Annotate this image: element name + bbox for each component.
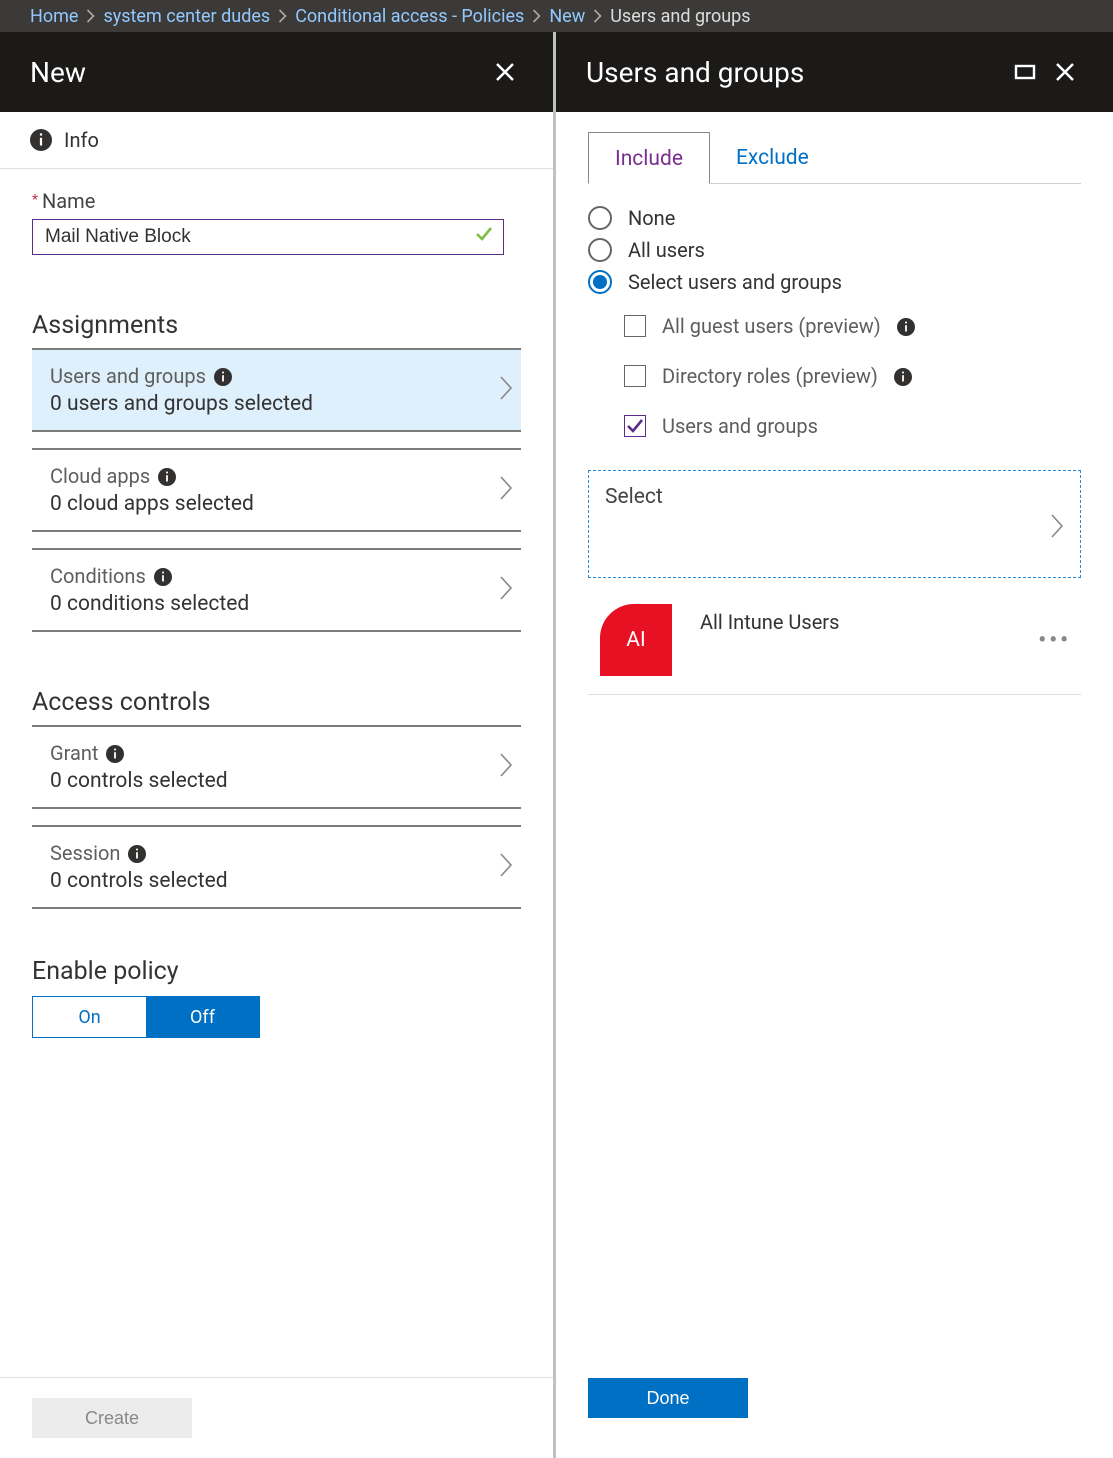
- chevron-right-icon: [499, 752, 513, 783]
- check-label: Users and groups: [662, 414, 818, 438]
- radio-icon: [588, 206, 612, 230]
- info-icon[interactable]: [128, 845, 146, 863]
- required-icon: *: [32, 192, 38, 208]
- toggle-on[interactable]: On: [33, 997, 146, 1037]
- chevron-right-icon: [86, 9, 95, 23]
- radio-icon: [588, 238, 612, 262]
- blade-title: Users and groups: [586, 56, 1007, 89]
- chevron-right-icon: [499, 475, 513, 506]
- chevron-right-icon: [532, 9, 541, 23]
- checkmark-icon: [474, 224, 494, 250]
- check-users-and-groups[interactable]: Users and groups: [624, 414, 1081, 438]
- group-name: All Intune Users: [700, 604, 1010, 634]
- close-icon[interactable]: [1047, 54, 1083, 90]
- select-box[interactable]: Select: [588, 470, 1081, 578]
- radio-label: All users: [628, 238, 705, 262]
- checkbox-icon: [624, 315, 646, 337]
- setting-subtitle: 0 cloud apps selected: [50, 492, 499, 516]
- setting-subtitle: 0 conditions selected: [50, 592, 499, 616]
- radio-label: None: [628, 206, 675, 230]
- info-icon[interactable]: [106, 745, 124, 763]
- radio-all-users[interactable]: All users: [588, 238, 1081, 262]
- chevron-right-icon: [499, 575, 513, 606]
- setting-title: Session: [50, 841, 120, 865]
- blade-users-and-groups: Users and groups Include Exclude None: [556, 32, 1113, 1458]
- setting-title: Cloud apps: [50, 464, 150, 488]
- toggle-off[interactable]: Off: [146, 997, 259, 1037]
- check-directory-roles[interactable]: Directory roles (preview): [624, 364, 1081, 388]
- name-label: *Name: [32, 189, 521, 213]
- blade-new: New Info *Name Assignments: [0, 32, 556, 1458]
- group-row[interactable]: AI All Intune Users •••: [588, 592, 1081, 695]
- setting-subtitle: 0 users and groups selected: [50, 392, 499, 416]
- create-button[interactable]: Create: [32, 1398, 192, 1438]
- radio-select-users-groups[interactable]: Select users and groups: [588, 270, 1081, 294]
- setting-conditions[interactable]: Conditions 0 conditions selected: [32, 548, 521, 632]
- more-icon[interactable]: •••: [1038, 628, 1077, 653]
- chevron-right-icon: [593, 9, 602, 23]
- blade-header-users-groups: Users and groups: [556, 32, 1113, 112]
- chevron-right-icon: [1050, 513, 1064, 544]
- info-bar[interactable]: Info: [0, 112, 553, 169]
- blade-header-new: New: [0, 32, 553, 112]
- checkbox-icon: [624, 365, 646, 387]
- blade-title: New: [30, 56, 487, 89]
- check-all-guest-users[interactable]: All guest users (preview): [624, 314, 1081, 338]
- chevron-right-icon: [278, 9, 287, 23]
- breadcrumb-users-and-groups: Users and groups: [610, 6, 750, 27]
- radio-none[interactable]: None: [588, 206, 1081, 230]
- maximize-icon[interactable]: [1007, 54, 1043, 90]
- setting-users-and-groups[interactable]: Users and groups 0 users and groups sele…: [32, 350, 521, 432]
- radio-icon: [588, 270, 612, 294]
- access-controls-heading: Access controls: [32, 688, 521, 717]
- checkbox-icon: [624, 415, 646, 437]
- setting-title: Grant: [50, 741, 98, 765]
- tab-include[interactable]: Include: [588, 132, 710, 184]
- breadcrumb-system-center-dudes[interactable]: system center dudes: [103, 6, 270, 27]
- tab-exclude[interactable]: Exclude: [710, 132, 835, 184]
- setting-session[interactable]: Session 0 controls selected: [32, 825, 521, 909]
- info-icon: [30, 129, 52, 151]
- chevron-right-icon: [499, 375, 513, 406]
- setting-cloud-apps[interactable]: Cloud apps 0 cloud apps selected: [32, 448, 521, 532]
- breadcrumb-home[interactable]: Home: [30, 6, 78, 27]
- radio-label: Select users and groups: [628, 270, 842, 294]
- chevron-right-icon: [499, 852, 513, 883]
- info-label: Info: [64, 128, 99, 152]
- setting-grant[interactable]: Grant 0 controls selected: [32, 727, 521, 809]
- setting-title: Conditions: [50, 564, 146, 588]
- setting-subtitle: 0 controls selected: [50, 769, 499, 793]
- setting-title: Users and groups: [50, 364, 206, 388]
- close-icon[interactable]: [487, 54, 523, 90]
- assignments-heading: Assignments: [32, 311, 521, 340]
- name-input[interactable]: [32, 219, 504, 255]
- avatar: AI: [600, 604, 672, 676]
- breadcrumb-conditional-access[interactable]: Conditional access - Policies: [295, 6, 524, 27]
- enable-policy-toggle[interactable]: On Off: [32, 996, 260, 1038]
- select-label: Select: [605, 485, 1050, 509]
- info-icon[interactable]: [158, 468, 176, 486]
- info-icon[interactable]: [894, 368, 912, 386]
- check-label: All guest users (preview): [662, 314, 881, 338]
- info-icon[interactable]: [214, 368, 232, 386]
- info-icon[interactable]: [154, 568, 172, 586]
- breadcrumb-new[interactable]: New: [549, 6, 585, 27]
- breadcrumb: Home system center dudes Conditional acc…: [0, 0, 1113, 32]
- enable-policy-heading: Enable policy: [32, 957, 521, 986]
- done-button[interactable]: Done: [588, 1378, 748, 1418]
- setting-subtitle: 0 controls selected: [50, 869, 499, 893]
- info-icon[interactable]: [897, 318, 915, 336]
- check-label: Directory roles (preview): [662, 364, 878, 388]
